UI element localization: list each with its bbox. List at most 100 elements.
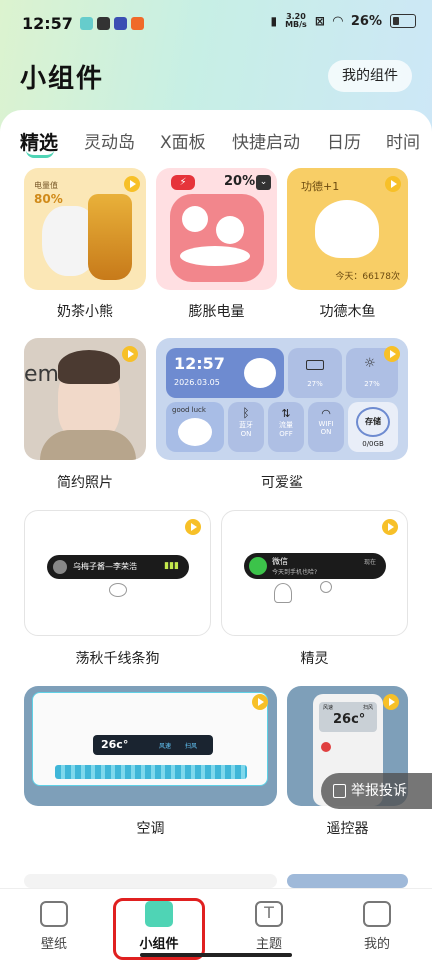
wifi-icon: ◠ (321, 407, 331, 420)
bluetooth-icon: ᛒ (242, 406, 250, 420)
play-icon[interactable] (252, 694, 268, 710)
shark-date: 2026.03.05 (174, 378, 220, 387)
widget-label: 荡秋千线条狗 (75, 651, 160, 667)
remote-top-right: 扫风 (362, 705, 373, 711)
inflated-face (170, 194, 264, 282)
ac-mode2: 扫风 (185, 743, 198, 750)
bluetooth-label: 蓝牙 (239, 421, 253, 429)
widget-card-swing-dog[interactable]: 乌梅子酱—李荣浩 ▮▮▮ (24, 510, 211, 636)
widget-card-simple-photo[interactable]: emb (24, 338, 146, 460)
shark-figure (244, 358, 276, 388)
tab-quick-launch[interactable]: 快捷启动 (232, 128, 300, 153)
nav-mine[interactable]: 我的 (342, 901, 412, 952)
battery-percent: 26% (350, 13, 382, 29)
widget-label: 空调 (136, 821, 165, 837)
app-notification-icon (114, 17, 127, 30)
category-tabs: 精选 灵动岛 X面板 快捷启动 日历 时间 (0, 128, 432, 164)
widget-label: 精灵 (300, 651, 329, 667)
widget-label: 可爱鲨 (261, 475, 303, 491)
battery-tile-value: 27% (307, 380, 323, 388)
wifi-tile[interactable]: ◠ WIFI ON (308, 402, 344, 452)
ac-mode: 风速 (159, 743, 172, 750)
play-icon[interactable] (384, 346, 400, 362)
play-icon[interactable] (185, 519, 201, 535)
status-bar: 12:57 ▮ 3.20 MB/s ⊠ ◠ 26% (0, 0, 432, 50)
battery-label: 电量值 (34, 181, 58, 190)
storage-label: 存储 (365, 417, 381, 426)
sun-icon: ☼ (364, 356, 376, 371)
status-right: ▮ 3.20 MB/s ⊠ ◠ 26% (270, 13, 416, 29)
battery-value: 80% (34, 192, 63, 206)
play-icon[interactable] (385, 176, 401, 192)
ac-temp: 26c° (101, 738, 129, 751)
nav-wallpaper[interactable]: 壁纸 (19, 901, 89, 952)
ac-display: 26c° 风速 扫风 (93, 735, 213, 755)
album-icon (53, 560, 67, 574)
ghost-figure (274, 583, 292, 603)
theme-icon: T (255, 901, 283, 927)
good-luck-tile: good luck (166, 402, 224, 452)
no-sim-icon: ⊠ (314, 14, 325, 28)
data-state: OFF (279, 430, 293, 438)
home-indicator (140, 953, 292, 957)
bluetooth-tile[interactable]: ᛒ 蓝牙 ON (228, 402, 264, 452)
speed-unit: MB/s (285, 20, 307, 29)
widget-card-spirit[interactable]: 微信 今天到手机也哈? 现在 (221, 510, 408, 636)
app-notification-icon (131, 17, 144, 30)
widget-card-air-conditioner[interactable]: 26c° 风速 扫风 (24, 686, 277, 806)
milk-tea-bottle (88, 194, 132, 280)
tab-calendar[interactable]: 日历 (327, 128, 361, 153)
lightning-icon: ⚡ (171, 175, 195, 190)
widget-card-partial[interactable] (287, 874, 408, 888)
widget-label: 遥控器 (326, 821, 369, 837)
waveform-icon: ▮▮▮ (164, 561, 179, 571)
play-icon[interactable] (382, 519, 398, 535)
status-time: 12:57 (22, 14, 73, 33)
storage-value: 0/0GB (362, 440, 384, 448)
ac-unit: 26c° 风速 扫风 (32, 692, 268, 786)
highlight-box (113, 898, 205, 960)
widget-card-milk-tea-bear[interactable]: 电量值 80% (24, 168, 146, 290)
widget-card-cute-shark[interactable]: 12:57 2026.03.05 27% ☼ 27% good luck ᛒ 蓝… (156, 338, 408, 460)
profile-icon (363, 901, 391, 927)
play-icon[interactable] (124, 176, 140, 192)
my-widgets-button[interactable]: 我的组件 (328, 60, 412, 92)
widget-card-merit-fish[interactable]: 功德+1 今天：66178次 (287, 168, 408, 290)
wifi-label: WIFI (318, 420, 334, 428)
tab-dynamic-island[interactable]: 灵动岛 (84, 128, 135, 153)
wallpaper-icon (40, 901, 68, 927)
battery-small-icon (306, 360, 324, 370)
widget-card-inflate-battery[interactable]: ⚡ 20% ⌄ (156, 168, 277, 290)
remote-top-left: 风速 (323, 705, 334, 711)
data-tile[interactable]: ⇅ 流量 OFF (268, 402, 304, 452)
song-title: 乌梅子酱—李荣浩 (73, 562, 137, 571)
play-icon[interactable] (383, 694, 399, 710)
wifi-icon: ◠ (332, 13, 343, 29)
child-hair (58, 350, 120, 384)
remote-screen: 风速 扫风 26c° (319, 702, 377, 732)
report-button[interactable]: 举报投诉 (321, 773, 432, 809)
vibrate-icon: ▮ (270, 14, 278, 28)
wechat-subtitle: 今天到手机也哈? (272, 569, 318, 576)
shark-time: 12:57 (174, 354, 225, 373)
music-pill: 乌梅子酱—李荣浩 ▮▮▮ (47, 555, 189, 579)
storage-tile[interactable]: 存储 0/0GB (348, 402, 398, 452)
brightness-tile-value: 27% (364, 380, 380, 388)
wechat-time: 现在 (363, 559, 376, 566)
page-title: 小组件 (20, 64, 105, 94)
merit-today: 今天：66178次 (335, 272, 400, 282)
child-clothes (40, 430, 136, 460)
battery-tile: 27% (288, 348, 342, 398)
remote-power-button (321, 742, 331, 752)
widget-card-partial[interactable] (24, 874, 277, 888)
bluetooth-state: ON (240, 430, 252, 438)
nav-themes[interactable]: T 主题 (234, 901, 304, 952)
widget-label: 简约照片 (57, 475, 113, 491)
tab-time[interactable]: 时间 (386, 128, 420, 153)
active-tab-indicator (26, 150, 54, 158)
tab-x-panel[interactable]: X面板 (160, 128, 206, 153)
ac-vent (55, 765, 247, 779)
battery-icon (390, 14, 416, 28)
play-icon[interactable] (122, 346, 138, 362)
app-notification-icon (97, 17, 110, 30)
